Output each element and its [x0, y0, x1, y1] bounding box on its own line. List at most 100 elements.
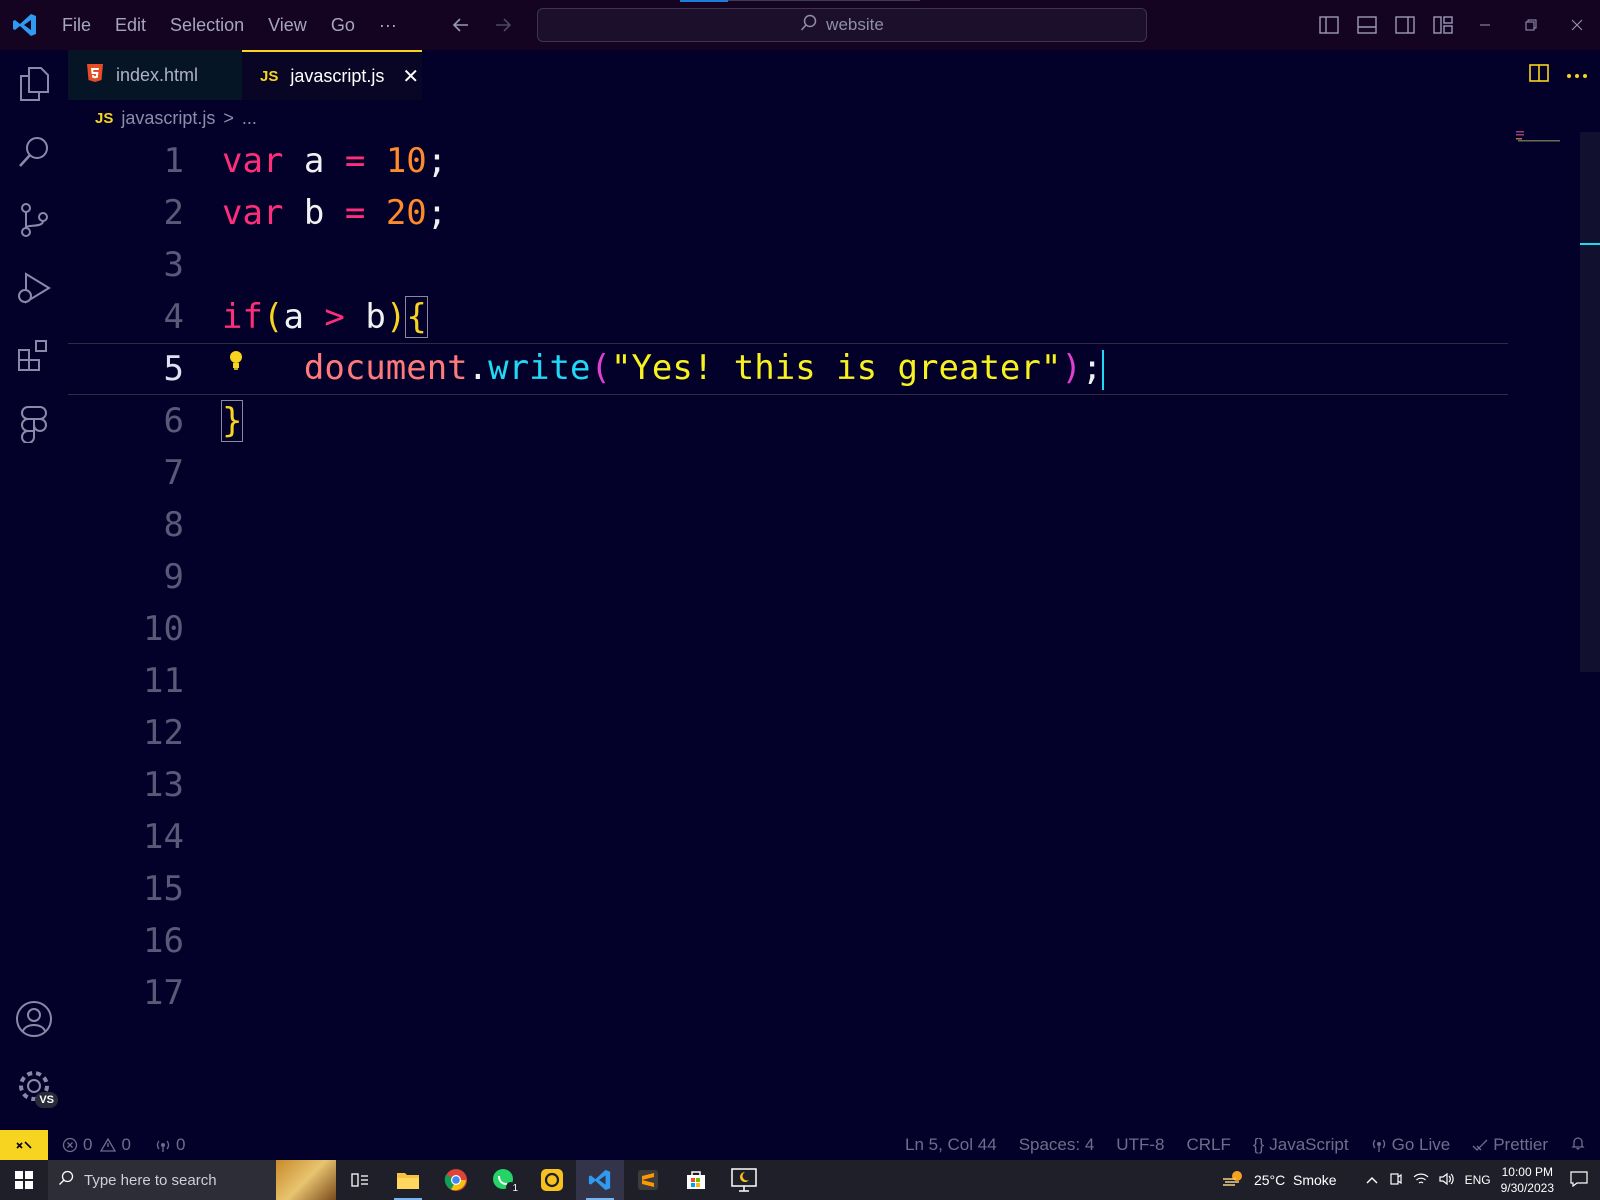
- code-line: 17: [68, 967, 1508, 1019]
- manage-gear-icon[interactable]: VS: [0, 1052, 68, 1120]
- accounts-icon[interactable]: [0, 985, 68, 1053]
- customize-layout-icon[interactable]: [1424, 0, 1462, 50]
- windows-start-icon[interactable]: [0, 1160, 48, 1200]
- code-line: 15: [68, 863, 1508, 915]
- go-live-button[interactable]: Go Live: [1371, 1135, 1450, 1155]
- microsoft-store-icon[interactable]: [672, 1160, 720, 1200]
- search-icon[interactable]: [0, 118, 68, 186]
- whatsapp-icon[interactable]: 1: [480, 1160, 528, 1200]
- vscode-taskbar-icon[interactable]: [576, 1160, 624, 1200]
- tab-index-html[interactable]: index.html: [68, 50, 242, 100]
- toggle-panel-icon[interactable]: [1348, 0, 1386, 50]
- code-line: 7: [68, 447, 1508, 499]
- code-text: if(a > b){: [222, 296, 428, 338]
- file-explorer-icon[interactable]: [384, 1160, 432, 1200]
- menu-file[interactable]: File: [50, 0, 103, 50]
- wifi-icon[interactable]: [1413, 1172, 1429, 1189]
- weather-text[interactable]: 25°C Smoke: [1254, 1172, 1337, 1188]
- vscode-logo-icon[interactable]: [0, 0, 50, 50]
- system-tray: 25°C Smoke ENG 10:00 PM 9/30/2023: [1222, 1160, 1600, 1200]
- explorer-icon[interactable]: [0, 50, 68, 118]
- breadcrumb-more[interactable]: ...: [242, 108, 257, 129]
- indentation[interactable]: Spaces: 4: [1019, 1135, 1095, 1155]
- toggle-primary-sidebar-icon[interactable]: [1310, 0, 1348, 50]
- figma-icon[interactable]: [0, 390, 68, 458]
- code-line: 1 var a = 10;: [68, 135, 1508, 187]
- more-actions-icon[interactable]: [1566, 66, 1588, 84]
- run-and-debug-icon[interactable]: [0, 254, 68, 322]
- problems-indicator[interactable]: 0 0 0: [62, 1135, 185, 1155]
- status-bar: 0 0 0 Ln 5, Col 44 Spaces: 4 UTF-8 CRLF …: [0, 1130, 1600, 1160]
- code-editor[interactable]: 1 var a = 10; 2 var b = 20; 3 4 if(a > b…: [68, 135, 1580, 1130]
- line-number: 5: [163, 349, 184, 389]
- js-icon: JS: [260, 67, 279, 85]
- close-icon[interactable]: [1554, 0, 1600, 50]
- command-center-text: website: [826, 15, 884, 34]
- volume-icon[interactable]: [1438, 1172, 1455, 1189]
- search-highlight-image: [276, 1160, 336, 1200]
- cursor-position[interactable]: Ln 5, Col 44: [905, 1135, 997, 1155]
- task-view-icon[interactable]: [336, 1160, 384, 1200]
- menu-edit[interactable]: Edit: [103, 0, 158, 50]
- clock-date: 9/30/2023: [1500, 1181, 1554, 1195]
- encoding[interactable]: UTF-8: [1116, 1135, 1164, 1155]
- forward-arrow-icon[interactable]: [491, 13, 515, 37]
- taskbar-search-placeholder: Type here to search: [84, 1171, 217, 1189]
- line-number: 3: [163, 245, 184, 285]
- prettier-button[interactable]: Prettier: [1472, 1135, 1548, 1155]
- title-bar-controls: [1310, 0, 1600, 50]
- line-number: 1: [163, 141, 184, 181]
- breadcrumb-separator: >: [223, 107, 234, 128]
- clock[interactable]: 10:00 PM 9/30/2023: [1501, 1164, 1554, 1196]
- input-language[interactable]: ENG: [1465, 1173, 1491, 1187]
- chrome-icon[interactable]: [432, 1160, 480, 1200]
- scrollbar-cursor-marker: [1580, 243, 1600, 245]
- code-line: 3: [68, 239, 1508, 291]
- code-line: 4 if(a > b){: [68, 291, 1508, 343]
- weather-icon[interactable]: [1222, 1169, 1244, 1192]
- accounts-badge: VS: [35, 1092, 58, 1108]
- line-number: 7: [163, 453, 184, 493]
- line-number: 11: [143, 661, 184, 701]
- ld-player-icon[interactable]: [528, 1160, 576, 1200]
- night-light-app-icon[interactable]: [720, 1160, 768, 1200]
- menu-go[interactable]: Go: [319, 0, 367, 50]
- sublime-text-icon[interactable]: [624, 1160, 672, 1200]
- notifications-bell-icon[interactable]: [1570, 1135, 1586, 1156]
- line-number: 13: [143, 765, 184, 805]
- tab-javascript-js[interactable]: JS javascript.js ✕: [242, 50, 422, 100]
- code-line: 9: [68, 551, 1508, 603]
- split-editor-icon[interactable]: [1528, 63, 1550, 88]
- source-control-icon[interactable]: [0, 186, 68, 254]
- end-of-line[interactable]: CRLF: [1186, 1135, 1230, 1155]
- back-arrow-icon[interactable]: [449, 13, 473, 37]
- restore-icon[interactable]: [1508, 0, 1554, 50]
- show-hidden-icons-chevron-icon[interactable]: [1365, 1172, 1379, 1188]
- breadcrumb-file[interactable]: javascript.js: [121, 108, 215, 129]
- minimize-icon[interactable]: [1462, 0, 1508, 50]
- remote-indicator-icon[interactable]: [0, 1130, 48, 1160]
- ports-count[interactable]: 0: [155, 1135, 185, 1155]
- clock-time: 10:00 PM: [1501, 1165, 1553, 1179]
- tab-close-icon[interactable]: ✕: [402, 64, 419, 89]
- code-text: }: [220, 400, 244, 442]
- command-center-search[interactable]: website: [537, 8, 1147, 42]
- menu-selection[interactable]: Selection: [158, 0, 256, 50]
- breadcrumb: JS javascript.js > ...: [95, 104, 257, 132]
- line-number: 12: [143, 713, 184, 753]
- extensions-icon[interactable]: [0, 322, 68, 390]
- menu-view[interactable]: View: [256, 0, 319, 50]
- notification-center-icon[interactable]: [1570, 1170, 1588, 1190]
- tab-label: index.html: [116, 64, 199, 85]
- language-mode[interactable]: {} JavaScript: [1253, 1135, 1349, 1155]
- line-number: 17: [143, 973, 184, 1013]
- meet-now-icon[interactable]: [1389, 1172, 1403, 1189]
- minimap[interactable]: [1514, 130, 1564, 144]
- menu-more[interactable]: ···: [367, 0, 409, 50]
- code-line: 12: [68, 707, 1508, 759]
- vscode-window: File Edit Selection View Go ··· website: [0, 0, 1600, 1200]
- taskbar-search[interactable]: Type here to search: [48, 1160, 336, 1200]
- code-line: 14: [68, 811, 1508, 863]
- vertical-scrollbar[interactable]: [1580, 132, 1600, 672]
- toggle-secondary-sidebar-icon[interactable]: [1386, 0, 1424, 50]
